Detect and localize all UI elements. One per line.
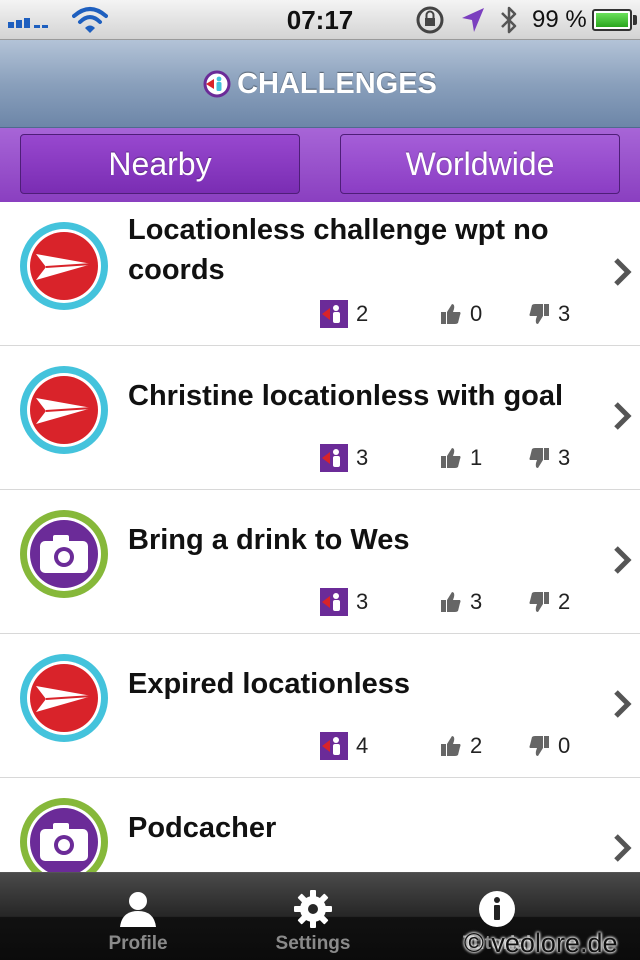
thumbs-down-icon [529,304,549,324]
status-bar: 07:17 99 % [0,0,640,40]
likes-count: 1 [470,445,483,470]
chevron-right-icon [614,834,632,862]
paper-plane-icon [20,366,108,454]
chevron-right-icon [614,258,632,286]
location-arrow-icon [462,8,484,32]
likes-stat: 0 [440,300,482,328]
thumbs-up-icon [441,736,461,756]
likes-stat: 2 [440,732,482,760]
challenge-title: Podcacher [128,812,277,844]
chevron-right-icon [614,546,632,574]
nav-bar: CHALLENGES [0,40,640,128]
completions-count: 3 [356,589,369,614]
challenge-row[interactable]: Expired locationless 4 2 0 [0,634,640,778]
challenge-title: Christine locationless with goal [128,380,564,412]
challenge-row[interactable]: Locationless challenge wpt no coords 2 0… [0,202,640,346]
dislikes-stat: 0 [528,732,570,760]
completions-stat: 4 [320,732,368,760]
likes-stat: 1 [440,444,482,472]
dislikes-stat: 3 [528,444,570,472]
dislikes-count: 3 [558,301,571,326]
challenge-title: Expired locationless [128,668,411,700]
thumbs-up-icon [441,592,461,612]
chevron-right-icon [614,690,632,718]
dislikes-stat: 3 [528,300,570,328]
dislikes-count: 3 [558,445,571,470]
dislikes-count: 0 [558,733,571,758]
completions-stat: 2 [320,300,368,328]
paper-plane-icon [20,654,108,742]
thumbs-down-icon [529,592,549,612]
nav-title-wrap: CHALLENGES [0,40,640,128]
page-title: CHALLENGES [237,67,437,100]
completions-icon [320,732,348,760]
completions-count: 3 [356,445,369,470]
thumbs-up-icon [441,304,461,324]
likes-count: 2 [470,733,483,758]
completions-icon [320,444,348,472]
gear-icon [294,890,332,928]
info-icon [479,891,515,927]
challenge-title: Locationless challenge wpt no coords [128,214,549,286]
challenge-title: Bring a drink to Wes [128,524,410,556]
dislikes-count: 2 [558,589,571,614]
completions-stat: 3 [320,444,368,472]
challenges-logo-icon [203,70,231,98]
challenge-row[interactable]: Podcacher [0,778,640,872]
likes-count: 0 [470,301,483,326]
completions-count: 2 [356,301,369,326]
camera-icon [20,798,108,872]
battery-percent: 99 % [532,6,587,33]
likes-count: 3 [470,589,483,614]
thumbs-down-icon [529,736,549,756]
completions-count: 4 [356,733,369,758]
segmented-control: Nearby Worldwide [0,128,640,202]
tab-profile[interactable]: Profile [53,873,223,960]
completions-stat: 3 [320,588,368,616]
challenge-list[interactable]: Locationless challenge wpt no coords 2 0… [0,202,640,872]
rotation-lock-icon [416,6,444,34]
segment-nearby[interactable]: Nearby [20,134,300,194]
thumbs-up-icon [441,448,461,468]
challenge-row[interactable]: Bring a drink to Wes 3 3 2 [0,490,640,634]
likes-stat: 3 [440,588,482,616]
completions-icon [320,300,348,328]
bluetooth-icon [501,6,517,34]
tab-label: Settings [275,933,351,954]
battery-icon [592,9,632,31]
dislikes-stat: 2 [528,588,570,616]
person-icon [120,892,156,927]
paper-plane-icon [20,222,108,310]
thumbs-down-icon [529,448,549,468]
tab-label: Profile [108,933,168,954]
tab-settings[interactable]: Settings [228,873,398,960]
challenge-row[interactable]: Christine locationless with goal 3 1 3 [0,346,640,490]
segment-worldwide[interactable]: Worldwide [340,134,620,194]
chevron-right-icon [614,402,632,430]
battery-tip [633,15,637,25]
camera-icon [20,510,108,598]
watermark: © veolore.de [464,928,618,958]
completions-icon [320,588,348,616]
